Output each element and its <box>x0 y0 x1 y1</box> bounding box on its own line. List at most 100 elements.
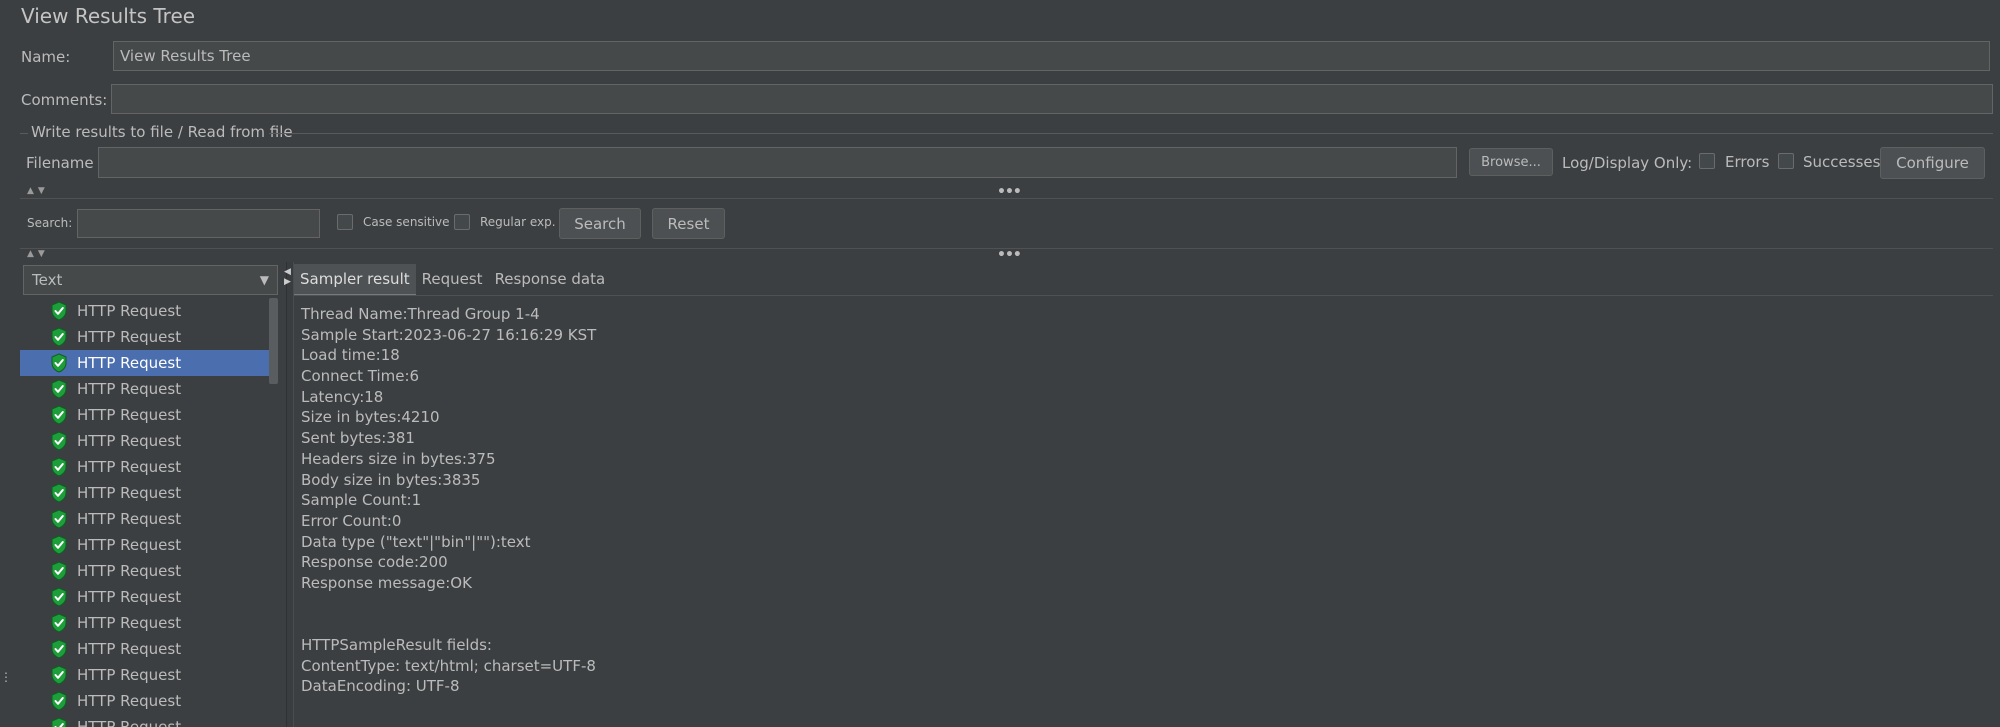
panel-title: View Results Tree <box>21 4 196 28</box>
tree-item[interactable]: HTTP Request <box>20 480 269 506</box>
success-shield-icon <box>51 587 67 607</box>
tree-item[interactable]: HTTP Request <box>20 324 269 350</box>
result-line: HTTPSampleResult fields: <box>301 636 492 654</box>
splitter-handle[interactable]: ••• <box>997 184 1022 200</box>
tree-item[interactable]: HTTP Request <box>20 506 269 532</box>
filename-label: Filename <box>26 154 94 172</box>
tree-item[interactable]: HTTP Request <box>20 636 269 662</box>
file-section-legend: Write results to file / Read from file <box>31 123 293 141</box>
tree-item-label: HTTP Request <box>77 666 182 684</box>
tree-item[interactable]: HTTP Request <box>20 532 269 558</box>
tab-response-data[interactable]: Response data <box>489 264 612 296</box>
success-shield-icon <box>51 535 67 555</box>
result-line: Latency:18 <box>301 387 384 406</box>
errors-label: Errors <box>1725 153 1770 171</box>
configure-button[interactable]: Configure <box>1880 147 1985 179</box>
result-line <box>301 614 596 635</box>
splitter-collapse-arrows-2[interactable]: ▲▼ <box>27 249 49 259</box>
log-display-label: Log/Display Only: <box>1562 154 1693 172</box>
tree-item-label: HTTP Request <box>77 562 182 580</box>
tree-item[interactable]: HTTP Request <box>20 584 269 610</box>
successes-label: Successes <box>1803 153 1881 171</box>
tree-item-label: HTTP Request <box>77 302 182 320</box>
result-line: Load time:18 <box>301 346 400 365</box>
result-line: Error Count:0 <box>301 511 402 530</box>
success-shield-icon <box>51 561 67 581</box>
tree-scrollbar-thumb[interactable] <box>269 298 278 384</box>
chevron-down-icon: ▼ <box>259 273 269 287</box>
browse-button[interactable]: Browse... <box>1469 148 1553 176</box>
success-shield-icon <box>51 483 67 503</box>
success-shield-icon <box>51 691 67 711</box>
result-line: Sent bytes:381 <box>301 429 415 448</box>
errors-checkbox[interactable] <box>1699 153 1715 169</box>
tree-item-label: HTTP Request <box>77 406 182 424</box>
regular-exp-label: Regular exp. <box>480 215 556 229</box>
success-shield-icon <box>51 327 67 347</box>
case-sensitive-label: Case sensitive <box>363 215 450 229</box>
tree-item-label: HTTP Request <box>77 380 182 398</box>
success-shield-icon <box>51 457 67 477</box>
tree-item[interactable]: HTTP Request <box>20 402 269 428</box>
result-line: Response message:OK <box>301 573 472 592</box>
filename-input[interactable] <box>98 147 1457 178</box>
splitter-handle-2[interactable]: ••• <box>997 247 1022 263</box>
tree-item[interactable]: HTTP Request <box>20 428 269 454</box>
success-shield-icon <box>51 717 67 727</box>
result-line: Sample Start:2023-06-27 16:16:29 KST <box>301 325 597 344</box>
result-line: Sample Count:1 <box>301 491 422 510</box>
tab-request[interactable]: Request <box>416 264 489 296</box>
tree-item-label: HTTP Request <box>77 718 182 727</box>
case-sensitive-checkbox[interactable] <box>337 214 353 230</box>
tree-item-label: HTTP Request <box>77 614 182 632</box>
result-line: DataEncoding: UTF-8 <box>301 677 460 696</box>
success-shield-icon <box>51 613 67 633</box>
splitter-collapse-arrows[interactable]: ▲▼ <box>27 186 49 196</box>
tree-item[interactable]: HTTP Request <box>20 714 269 727</box>
tree-item-label: HTTP Request <box>77 432 182 450</box>
result-line: Headers size in bytes:375 <box>301 449 496 468</box>
tree-item-label: HTTP Request <box>77 588 182 606</box>
comments-label: Comments: <box>21 91 108 109</box>
tree-item[interactable]: HTTP Request <box>20 350 269 376</box>
tree-item-label: HTTP Request <box>77 328 182 346</box>
regular-exp-checkbox[interactable] <box>454 214 470 230</box>
reset-button[interactable]: Reset <box>652 208 725 239</box>
tree-item[interactable]: HTTP Request <box>20 298 269 324</box>
result-line: ContentType: text/html; charset=UTF-8 <box>301 656 596 675</box>
result-line: Body size in bytes:3835 <box>301 470 481 489</box>
tree-item[interactable]: HTTP Request <box>20 558 269 584</box>
vertical-divider[interactable] <box>286 262 294 727</box>
tree-item[interactable]: HTTP Request <box>20 610 269 636</box>
divider-arrows[interactable]: ◀ ▶ <box>284 267 291 287</box>
left-edge-grip[interactable]: ⋮ <box>0 671 12 683</box>
renderer-select-value: Text <box>32 271 63 289</box>
comments-input[interactable] <box>111 84 1993 114</box>
success-shield-icon <box>51 431 67 451</box>
success-shield-icon <box>51 405 67 425</box>
name-input[interactable] <box>113 41 1990 71</box>
search-label: Search: <box>27 216 73 230</box>
success-shield-icon <box>51 639 67 659</box>
tree-item-label: HTTP Request <box>77 484 182 502</box>
search-button[interactable]: Search <box>559 208 641 239</box>
result-line: Size in bytes:4210 <box>301 408 440 427</box>
result-line: Response code:200 <box>301 553 448 572</box>
tree-item-label: HTTP Request <box>77 640 182 658</box>
tree-item-label: HTTP Request <box>77 458 182 476</box>
search-input[interactable] <box>77 209 320 238</box>
renderer-select[interactable]: Text ▼ <box>23 265 278 295</box>
results-tree[interactable]: HTTP Request HTTP Request HTTP Request HTTP… <box>20 298 269 727</box>
tree-item[interactable]: HTTP Request <box>20 454 269 480</box>
tree-item[interactable]: HTTP Request <box>20 662 269 688</box>
tab-sampler-result[interactable]: Sampler result <box>294 264 416 296</box>
tree-item-label: HTTP Request <box>77 510 182 528</box>
fieldset-border-top <box>269 133 1993 134</box>
tree-item[interactable]: HTTP Request <box>20 376 269 402</box>
tree-item[interactable]: HTTP Request <box>20 688 269 714</box>
successes-checkbox[interactable] <box>1778 153 1794 169</box>
result-tabs: Sampler result Request Response data <box>294 264 611 296</box>
tree-item-label: HTTP Request <box>77 536 182 554</box>
sampler-result-text: Thread Name:Thread Group 1-4 Sample Start… <box>301 304 596 697</box>
success-shield-icon <box>51 379 67 399</box>
